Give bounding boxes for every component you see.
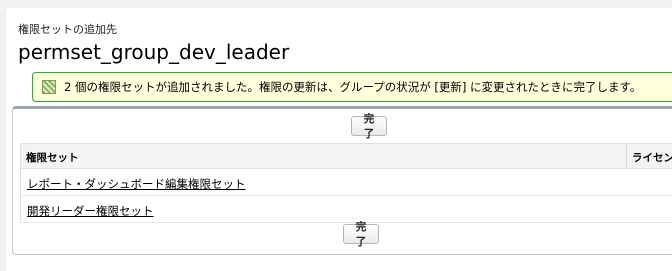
done-button-bottom[interactable]: 完了 xyxy=(343,221,379,248)
page-header: 権限セットの追加先 permset_group_dev_leader xyxy=(18,23,289,65)
permission-set-table: 権限セット ライセンス レポート・ダッシュボード編集権限セット 開発リーダー権限… xyxy=(20,143,672,223)
permission-set-link[interactable]: レポート・ダッシュボード編集権限セット xyxy=(27,176,246,192)
page-title: permset_group_dev_leader xyxy=(18,40,290,64)
permission-set-panel: 完了 権限セット ライセンス レポート・ダッシュボード編集権限セット 開発リーダ… xyxy=(12,106,672,255)
permission-set-link[interactable]: 開発リーダー権限セット xyxy=(27,203,154,219)
table-row: レポート・ダッシュボード編集権限セット xyxy=(21,169,672,196)
table-header: 権限セット ライセンス xyxy=(21,143,672,169)
done-button-top[interactable]: 完了 xyxy=(351,113,387,140)
success-message-icon xyxy=(42,80,56,94)
table-row: 開発リーダー権限セット xyxy=(21,196,672,223)
banner-message: 2 個の権限セットが追加されました。権限の更新は、グループの状況が [更新] に… xyxy=(64,80,642,94)
page-eyebrow: 権限セットの追加先 xyxy=(18,23,117,36)
column-divider xyxy=(626,144,627,168)
success-banner: 2 個の権限セットが追加されました。権限の更新は、グループの状況が [更新] に… xyxy=(32,72,672,102)
column-header-permission-set[interactable]: 権限セット xyxy=(26,150,79,165)
column-header-license[interactable]: ライセンス xyxy=(632,150,672,165)
